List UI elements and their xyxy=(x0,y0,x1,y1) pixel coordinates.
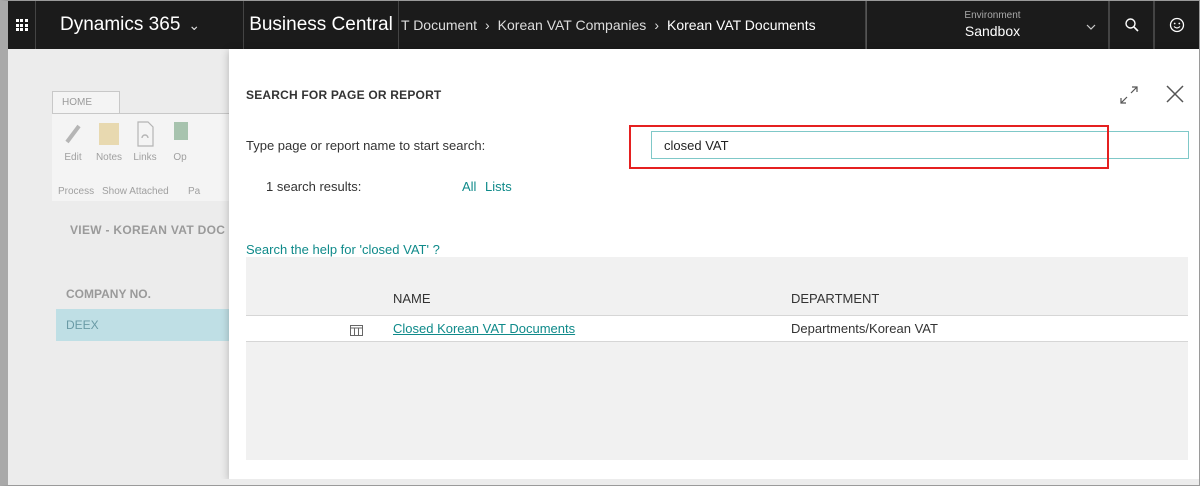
close-icon[interactable] xyxy=(1164,83,1186,105)
result-department: Departments/Korean VAT xyxy=(791,321,938,336)
smiley-icon[interactable] xyxy=(1154,1,1199,49)
open-in-excel-button: Op xyxy=(168,120,192,163)
group-process: Process xyxy=(58,186,95,197)
results-count: 1 search results: xyxy=(266,179,362,194)
page-bottom xyxy=(8,479,1199,485)
links-button: Links xyxy=(130,120,160,163)
link-icon xyxy=(133,120,157,148)
search-prompt: Type page or report name to start search… xyxy=(246,138,486,153)
pencil-icon xyxy=(61,120,85,148)
company-no-cell: DEEX xyxy=(66,318,99,332)
links-label: Links xyxy=(133,152,157,163)
filter-lists[interactable]: Lists xyxy=(485,179,512,194)
notes-button: Notes xyxy=(92,120,126,163)
chevron-down-icon: ⌄ xyxy=(188,16,201,33)
app-launcher[interactable]: Dynamics 365 ⌄ xyxy=(36,1,244,49)
result-name-link[interactable]: Closed Korean VAT Documents xyxy=(393,321,575,336)
note-icon xyxy=(97,120,121,148)
open-label: Op xyxy=(173,152,187,163)
column-header-name[interactable]: NAME xyxy=(393,291,431,306)
environment-value: Sandbox xyxy=(964,23,1021,39)
search-input[interactable] xyxy=(651,131,1189,159)
group-show-attached: Show Attached xyxy=(102,186,169,197)
excel-icon xyxy=(168,120,192,148)
filter-all[interactable]: All xyxy=(462,179,476,194)
table-row[interactable]: Closed Korean VAT Documents Departments/… xyxy=(246,316,1188,342)
expand-icon[interactable] xyxy=(1119,85,1139,105)
search-icon[interactable] xyxy=(1109,1,1154,49)
ribbon-tab-home: HOME xyxy=(52,91,120,113)
ribbon: Edit Notes Links Op Process Show Attache… xyxy=(52,113,232,201)
edit-button: Edit xyxy=(58,120,88,163)
column-header-department[interactable]: DEPARTMENT xyxy=(791,291,879,306)
waffle-icon[interactable] xyxy=(8,1,36,49)
help-search-link[interactable]: Search the help for 'closed VAT' ? xyxy=(246,242,440,257)
top-bar: Dynamics 365 ⌄ Business Central T Docume… xyxy=(8,1,1199,49)
app-name: Dynamics 365 xyxy=(60,14,181,35)
window-frame: Dynamics 365 ⌄ Business Central T Docume… xyxy=(0,0,1200,486)
group-page: Pa xyxy=(188,186,201,197)
column-header-company-no: COMPANY NO. xyxy=(66,287,151,301)
breadcrumb: T Document › Korean VAT Companies › Kore… xyxy=(399,1,866,49)
breadcrumb-item[interactable]: T Document xyxy=(401,17,477,33)
search-dialog: SEARCH FOR PAGE OR REPORT Type page or r… xyxy=(229,49,1199,479)
breadcrumb-item[interactable]: Korean VAT Companies xyxy=(498,17,647,33)
environment-label: Environment xyxy=(964,10,1021,21)
view-title: VIEW - KOREAN VAT DOC xyxy=(70,223,226,237)
edit-label: Edit xyxy=(64,152,82,163)
chevron-down-icon xyxy=(1086,19,1096,33)
breadcrumb-separator: › xyxy=(654,17,659,33)
table-icon xyxy=(350,323,363,336)
dialog-title: SEARCH FOR PAGE OR REPORT xyxy=(246,88,442,102)
breadcrumb-separator: › xyxy=(485,17,490,33)
results-table: NAME DEPARTMENT Closed Korean VAT Docume… xyxy=(246,257,1188,460)
notes-label: Notes xyxy=(95,152,123,163)
breadcrumb-current: Korean VAT Documents xyxy=(666,17,816,33)
product-name[interactable]: Business Central xyxy=(244,1,399,49)
table-row: DEEX xyxy=(56,309,232,341)
environment-picker[interactable]: Environment Sandbox xyxy=(866,1,1109,49)
